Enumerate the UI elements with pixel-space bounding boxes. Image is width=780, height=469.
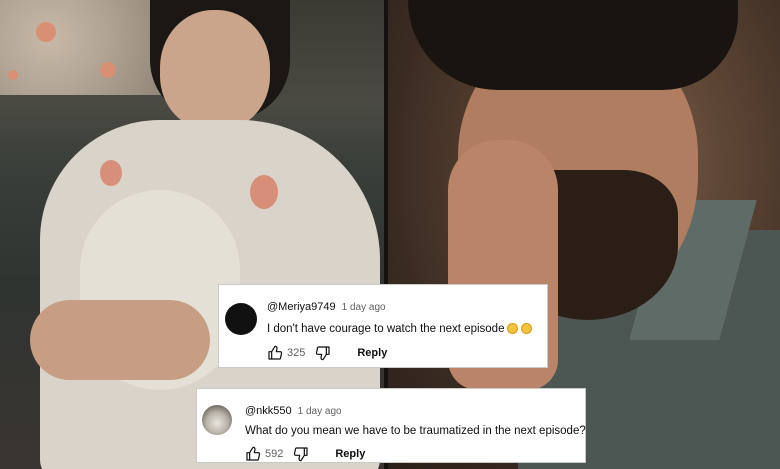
comment-actions: 592 Reply [245,446,365,462]
thumbs-up-icon[interactable] [267,345,283,361]
slightly-smiling-face-icon [507,323,519,334]
thumbs-down-icon[interactable] [315,345,331,361]
comment-card: @Meriya9749 1 day ago I don't have courag… [218,284,548,368]
author-handle[interactable]: @Meriya9749 [267,301,336,313]
floral-wallpaper [0,0,165,95]
thumbs-down-icon[interactable] [293,446,309,462]
reply-button[interactable]: Reply [335,448,365,460]
comment-time: 1 day ago [297,406,342,417]
author-handle[interactable]: @nkk550 [245,405,292,417]
reply-button[interactable]: Reply [357,347,387,359]
comment-text: I don't have courage to watch the next e… [267,323,533,335]
folded-arms [30,300,210,380]
comment-time: 1 day ago [341,302,386,313]
comment-author[interactable]: @Meriya9749 1 day ago [267,301,386,313]
comment-author[interactable]: @nkk550 1 day ago [245,405,342,417]
like-count: 592 [265,448,284,460]
comment-actions: 325 Reply [267,345,387,361]
persevering-face-icon [521,323,533,334]
avatar[interactable] [202,405,232,435]
like-count: 325 [287,347,306,359]
thumbs-up-icon[interactable] [245,446,261,462]
comment-card: @nkk550 1 day ago What do you mean we hav… [196,388,586,463]
avatar[interactable] [225,303,257,335]
comment-text: What do you mean we have to be traumatiz… [245,425,586,437]
hair [408,0,738,90]
woman-face [160,10,270,130]
